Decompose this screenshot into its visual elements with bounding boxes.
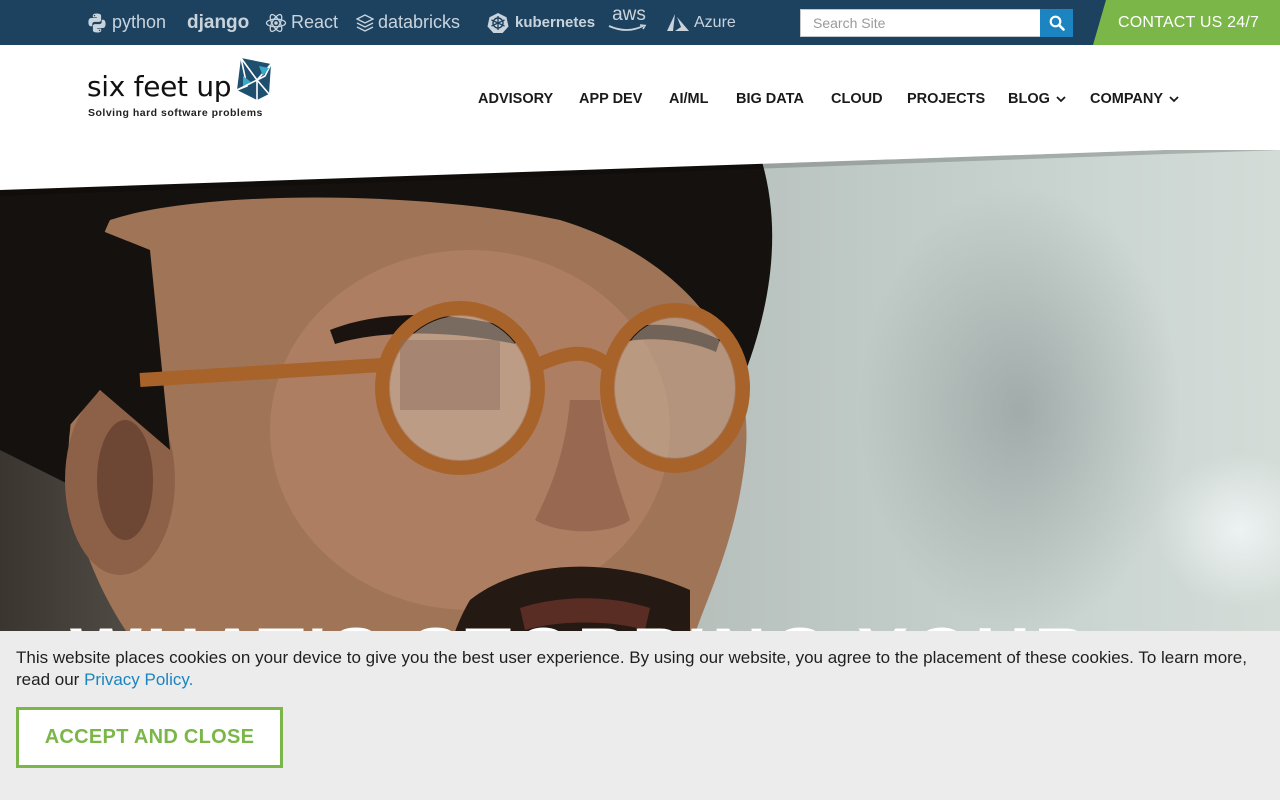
tech-logo-django[interactable]: django xyxy=(187,0,249,45)
nav-item-projects[interactable]: PROJECTS xyxy=(907,91,985,107)
nav-item-advisory[interactable]: ADVISORY xyxy=(478,91,553,107)
nav-item-label: PROJECTS xyxy=(907,91,986,107)
tech-logo-label: kubernetes xyxy=(515,14,596,31)
contact-us-button[interactable]: CONTACT US 24/7 xyxy=(1093,0,1280,45)
azure-icon xyxy=(667,13,689,31)
databricks-icon xyxy=(356,13,374,32)
tech-logo-kubernetes[interactable]: kubernetes xyxy=(487,0,595,45)
nav-item-company[interactable]: COMPANY xyxy=(1090,91,1179,107)
tech-bar: python django React databricks kubernete… xyxy=(0,0,1280,45)
tech-logo-azure[interactable]: Azure xyxy=(666,0,736,45)
nav-item-ai-ml[interactable]: AI/ML xyxy=(669,91,708,107)
tech-logo-aws[interactable]: aws xyxy=(607,0,651,41)
cookie-message: This website places cookies on your devi… xyxy=(16,647,1266,691)
site-search xyxy=(800,9,1073,37)
nav-item-label: BIG DATA xyxy=(736,91,804,107)
nav-item-cloud[interactable]: CLOUD xyxy=(831,91,883,107)
search-icon xyxy=(1049,15,1065,31)
kubernetes-icon xyxy=(487,12,509,33)
tech-logo-label: Azure xyxy=(694,13,736,31)
python-icon xyxy=(88,13,106,32)
nav-item-label: CLOUD xyxy=(831,91,883,107)
tech-logo-react[interactable]: React xyxy=(265,0,338,45)
tech-logo-label: python xyxy=(112,12,167,32)
tech-logo-python[interactable]: python xyxy=(86,0,166,45)
tech-logo-databricks[interactable]: databricks xyxy=(356,0,460,45)
site-logo[interactable]: six feet up Solving hard software proble… xyxy=(87,56,277,122)
nav-item-label: ADVISORY xyxy=(478,91,554,107)
nav-item-label: BLOG xyxy=(1008,91,1050,107)
logo-wordmark: six feet up xyxy=(87,70,232,103)
nav-item-big-data[interactable]: BIG DATA xyxy=(736,91,804,107)
nav-item-label: AI/ML xyxy=(669,91,709,107)
react-icon xyxy=(265,13,287,32)
contact-us-label: CONTACT US 24/7 xyxy=(1118,13,1260,31)
tech-logo-label: React xyxy=(291,12,339,32)
cookie-text: This website places cookies on your devi… xyxy=(16,648,1247,689)
nav-item-blog[interactable]: BLOG xyxy=(1008,91,1066,107)
search-input[interactable] xyxy=(800,9,1040,37)
accept-and-close-button[interactable]: ACCEPT AND CLOSE xyxy=(16,707,283,768)
search-button[interactable] xyxy=(1040,9,1073,37)
aws-smile-icon xyxy=(608,23,647,31)
logo-crystal-icon xyxy=(236,57,272,100)
tech-logo-label: databricks xyxy=(378,12,461,32)
privacy-policy-link[interactable]: Privacy Policy. xyxy=(84,670,193,689)
nav-item-app-dev[interactable]: APP DEV xyxy=(579,91,642,107)
nav-item-label: APP DEV xyxy=(579,91,643,107)
logo-tagline: Solving hard software problems xyxy=(88,107,263,119)
tech-logo-label: aws xyxy=(612,3,646,25)
site-header: six feet up Solving hard software proble… xyxy=(0,45,1280,150)
chevron-down-icon xyxy=(1169,96,1179,103)
tech-logo-label: django xyxy=(187,11,250,33)
nav-item-label: COMPANY xyxy=(1090,91,1164,107)
cookie-banner: This website places cookies on your devi… xyxy=(0,631,1280,800)
chevron-down-icon xyxy=(1056,96,1066,103)
